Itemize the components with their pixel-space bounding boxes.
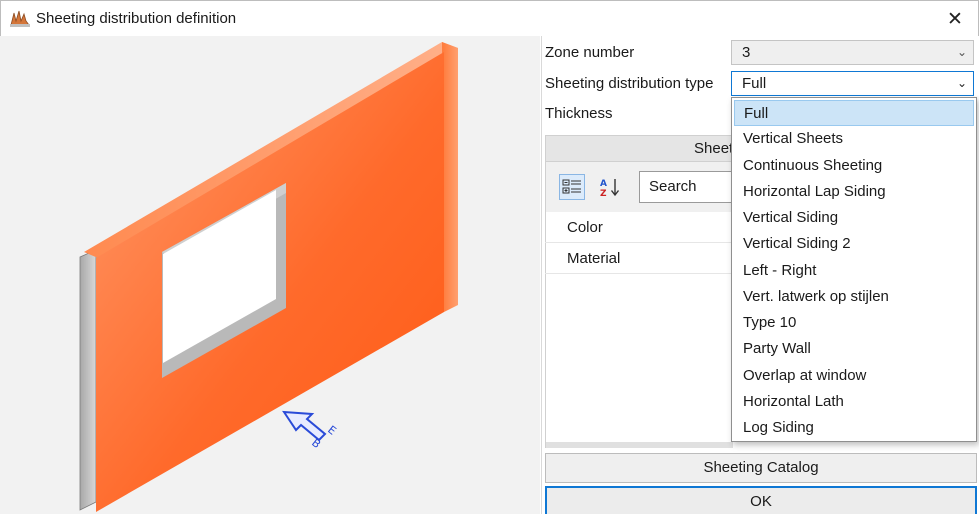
dropdown-option[interactable]: Overlap at window — [734, 363, 974, 389]
distribution-type-dropdown: Full Vertical Sheets Continuous Sheeting… — [731, 97, 977, 442]
svg-text:Z: Z — [600, 189, 607, 198]
sort-az-icon: A Z — [600, 179, 620, 198]
property-row-material[interactable]: Material — [545, 243, 733, 274]
wall-preview: B E — [0, 36, 540, 514]
distribution-type-label: Sheeting distribution type — [545, 75, 714, 92]
categorized-view-icon — [562, 179, 581, 194]
window-title: Sheeting distribution definition — [36, 10, 237, 27]
zone-number-label: Zone number — [545, 44, 635, 61]
zone-number-value: 3 — [742, 44, 751, 61]
roof-app-icon — [10, 10, 30, 27]
dropdown-option[interactable]: Continuous Sheeting — [734, 153, 974, 179]
distribution-type-value: Full — [742, 75, 767, 92]
distribution-type-select[interactable]: Full ⌄ — [731, 71, 974, 96]
dropdown-option[interactable]: Left - Right — [734, 258, 974, 284]
direction-arrow-icon: B E — [282, 410, 339, 451]
dropdown-option[interactable]: Vert. latwerk op stijlen — [734, 284, 974, 310]
sheet-section-header[interactable]: Sheet — [545, 135, 733, 162]
dropdown-option[interactable]: Party Wall — [734, 336, 974, 362]
zone-number-select[interactable]: 3 ⌄ — [731, 40, 974, 65]
dropdown-option[interactable]: Horizontal Lath — [734, 389, 974, 415]
property-row-color[interactable]: Color — [545, 212, 733, 243]
svg-text:E: E — [325, 423, 339, 438]
title-bar: Sheeting distribution definition ✕ — [0, 0, 979, 36]
wall-left-side — [79, 249, 97, 511]
sheeting-catalog-button[interactable]: Sheeting Catalog — [545, 453, 977, 483]
dropdown-option[interactable]: Vertical Siding 2 — [734, 231, 974, 257]
chevron-down-icon: ⌄ — [956, 76, 967, 90]
close-button[interactable]: ✕ — [932, 1, 978, 37]
property-grid-footer — [545, 442, 733, 448]
sort-az-button[interactable]: A Z — [597, 174, 623, 200]
dropdown-option[interactable]: Full — [734, 100, 974, 126]
svg-text:A: A — [600, 179, 607, 189]
svg-text:B: B — [309, 436, 323, 451]
dropdown-option[interactable]: Horizontal Lap Siding — [734, 179, 974, 205]
wall-preview-canvas: B E — [79, 42, 458, 512]
wall-right-edge — [442, 42, 458, 312]
chevron-down-icon: ⌄ — [956, 45, 967, 59]
categorized-view-button[interactable] — [559, 174, 585, 200]
ok-button[interactable]: OK — [545, 486, 977, 514]
thickness-label: Thickness — [545, 105, 613, 122]
dropdown-option[interactable]: Log Siding — [734, 415, 974, 441]
dropdown-option[interactable]: Vertical Sheets — [734, 126, 974, 152]
dropdown-option[interactable]: Type 10 — [734, 310, 974, 336]
close-icon: ✕ — [947, 8, 963, 30]
dropdown-option[interactable]: Vertical Siding — [734, 205, 974, 231]
property-search-input[interactable]: Search — [639, 171, 733, 203]
